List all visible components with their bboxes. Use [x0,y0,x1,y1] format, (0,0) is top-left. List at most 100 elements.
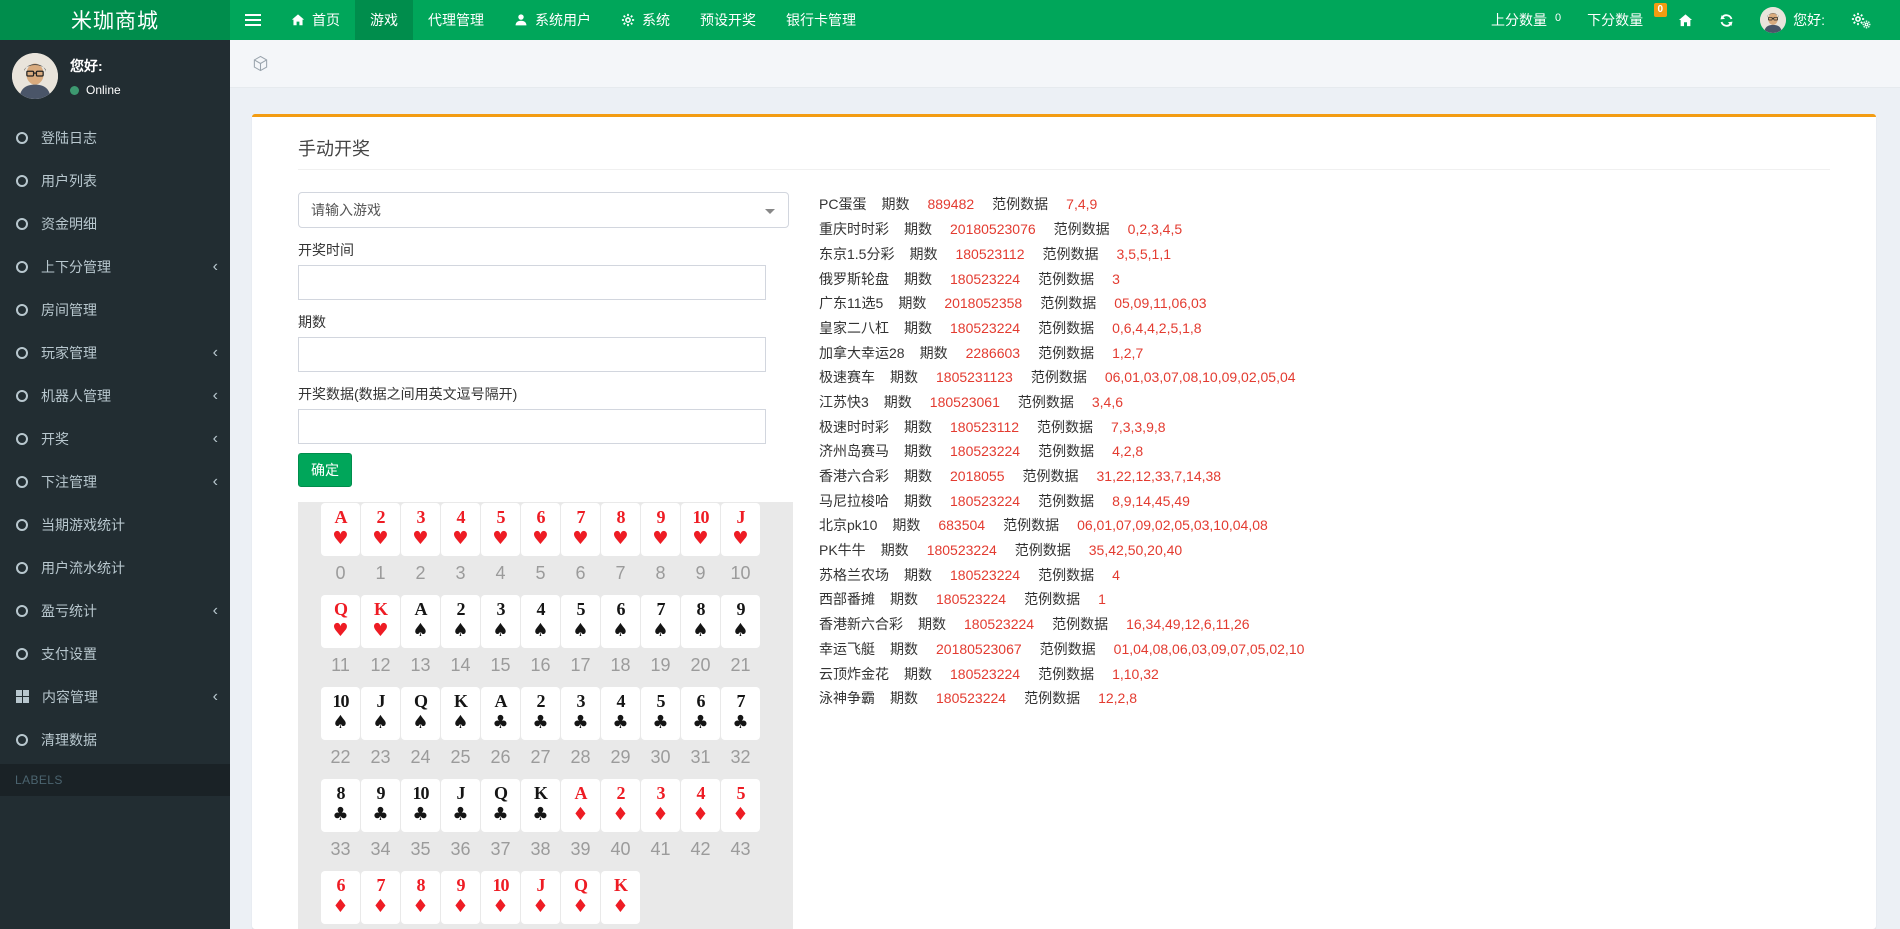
home-icon [1678,13,1693,28]
sidebar-menu-item[interactable]: 盈亏统计 ‹ [0,589,230,632]
card-rank: J [361,690,400,712]
top-menu-item[interactable]: 首页 [276,0,355,40]
sidebar-menu-item[interactable]: 玩家管理 ‹ [0,331,230,374]
playing-card[interactable]: 7 ♠ [641,595,680,648]
playing-card[interactable]: 8 ♥ [601,503,640,556]
diamond-suit-icon: ♦ [641,803,680,826]
playing-card[interactable]: 4 ♦ [681,779,720,832]
playing-card[interactable]: Q ♣ [481,779,520,832]
top-menu-item[interactable]: 系统用户 [499,0,606,40]
playing-card[interactable]: 5 ♠ [561,595,600,648]
playing-card[interactable]: 3 ♠ [481,595,520,648]
playing-card[interactable]: 10 ♣ [401,779,440,832]
sidebar-menu-item[interactable]: 支付设置 [0,632,230,675]
playing-card[interactable]: A ♥ [321,503,360,556]
playing-card[interactable]: 8 ♦ [401,871,440,924]
top-menu-item[interactable]: 系统 [606,0,685,40]
playing-card[interactable]: 9 ♠ [721,595,760,648]
brand-logo[interactable]: 米珈商城 [0,0,230,40]
card-rank: 2 [521,690,560,712]
playing-card[interactable]: 5 ♥ [481,503,520,556]
draw-data-input[interactable] [298,409,766,444]
sidebar-toggle-button[interactable] [230,0,276,40]
playing-card[interactable]: 10 ♥ [681,503,720,556]
playing-card[interactable]: A ♦ [561,779,600,832]
issue-label: 期数 [890,688,918,708]
playing-card[interactable]: 8 ♣ [321,779,360,832]
playing-card[interactable]: 4 ♠ [521,595,560,648]
playing-card[interactable]: J ♦ [521,871,560,924]
playing-card[interactable]: 3 ♥ [401,503,440,556]
sidebar-menu-item[interactable]: 房间管理 [0,288,230,331]
playing-card[interactable]: K ♠ [441,687,480,740]
playing-card[interactable]: K ♦ [601,871,640,924]
playing-card[interactable]: 2 ♦ [601,779,640,832]
sidebar-menu-item-label: 开奖 [41,429,69,449]
nav-settings-button[interactable] [1838,0,1884,40]
nav-refresh-button[interactable] [1706,0,1747,40]
playing-card[interactable]: 6 ♠ [601,595,640,648]
playing-card[interactable]: 2 ♥ [361,503,400,556]
sidebar-menu-item[interactable]: 开奖 ‹ [0,417,230,460]
nav-home-button[interactable] [1665,0,1706,40]
playing-card[interactable]: A ♠ [401,595,440,648]
sidebar-menu-item[interactable]: 用户流水统计 [0,546,230,589]
draw-time-input[interactable] [298,265,766,300]
playing-card[interactable]: 7 ♥ [561,503,600,556]
sidebar-menu-item[interactable]: 当期游戏统计 [0,503,230,546]
playing-card[interactable]: J ♥ [721,503,760,556]
down-score-button[interactable]: 下分数量 0 [1574,0,1665,40]
confirm-button[interactable]: 确定 [298,453,352,487]
card-index-label: 43 [721,839,760,860]
playing-card[interactable]: 4 ♣ [601,687,640,740]
playing-card[interactable]: 9 ♣ [361,779,400,832]
playing-card[interactable]: 8 ♠ [681,595,720,648]
sidebar-menu-item[interactable]: 清理数据 [0,718,230,761]
draw-data-label: 开奖数据(数据之间用英文逗号隔开) [298,384,793,404]
playing-card[interactable]: 2 ♣ [521,687,560,740]
sidebar-menu-item[interactable]: 机器人管理 ‹ [0,374,230,417]
playing-card[interactable]: 4 ♥ [441,503,480,556]
game-select[interactable]: 请输入游戏 [298,192,789,228]
playing-card[interactable]: 7 ♦ [361,871,400,924]
playing-card[interactable]: J ♠ [361,687,400,740]
top-menu-item[interactable]: 银行卡管理 [771,0,871,40]
sidebar-menu-item[interactable]: 下注管理 ‹ [0,460,230,503]
draw-time-label: 开奖时间 [298,240,793,260]
playing-card[interactable]: 3 ♣ [561,687,600,740]
playing-card[interactable]: 6 ♣ [681,687,720,740]
sidebar-menu-item[interactable]: 上下分管理 ‹ [0,245,230,288]
playing-card[interactable]: A ♣ [481,687,520,740]
game-issue-list: PC蛋蛋 期数 889482 范例数据 7,4,9 重庆时时彩 期数 20180… [819,192,1304,929]
avatar[interactable] [12,53,58,99]
game-name: 云顶炸金花 [819,664,889,684]
nav-user-menu[interactable]: 您好: [1747,0,1838,40]
playing-card[interactable]: K ♥ [361,595,400,648]
playing-card[interactable]: K ♣ [521,779,560,832]
playing-card[interactable]: J ♣ [441,779,480,832]
sidebar-menu-item[interactable]: 资金明细 [0,202,230,245]
playing-card[interactable]: 3 ♦ [641,779,680,832]
sidebar-menu-item[interactable]: 用户列表 [0,159,230,202]
game-issue-row: 香港六合彩 期数 2018055 范例数据 31,22,12,33,7,14,3… [819,464,1304,489]
playing-card[interactable]: 2 ♠ [441,595,480,648]
playing-card[interactable]: 7 ♣ [721,687,760,740]
up-score-button[interactable]: 上分数量0 [1478,0,1574,40]
playing-card[interactable]: Q ♥ [321,595,360,648]
issue-number-input[interactable] [298,337,766,372]
playing-card[interactable]: Q ♠ [401,687,440,740]
playing-card[interactable]: Q ♦ [561,871,600,924]
playing-card[interactable]: 5 ♣ [641,687,680,740]
playing-card[interactable]: 5 ♦ [721,779,760,832]
playing-card[interactable]: 9 ♥ [641,503,680,556]
playing-card[interactable]: 10 ♠ [321,687,360,740]
top-menu-item[interactable]: 代理管理 [413,0,499,40]
playing-card[interactable]: 10 ♦ [481,871,520,924]
sidebar-menu-item[interactable]: 登陆日志 [0,116,230,159]
sidebar-menu-item[interactable]: 内容管理 ‹ [0,675,230,718]
playing-card[interactable]: 9 ♦ [441,871,480,924]
top-menu-item[interactable]: 游戏 [355,0,413,40]
top-menu-item[interactable]: 预设开奖 [685,0,771,40]
playing-card[interactable]: 6 ♥ [521,503,560,556]
playing-card[interactable]: 6 ♦ [321,871,360,924]
